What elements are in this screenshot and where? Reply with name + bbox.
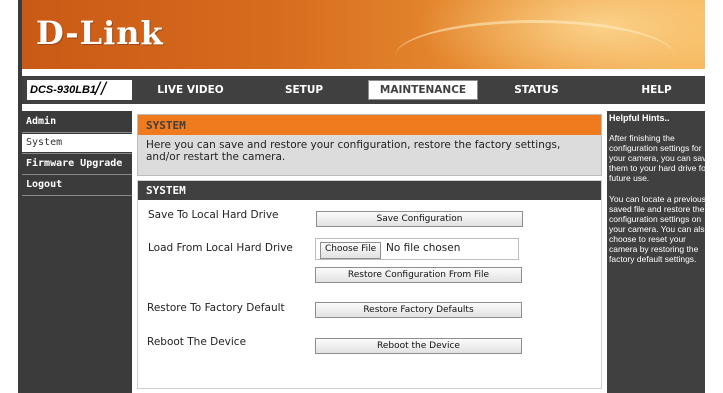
choose-file-button[interactable]: Choose File [320,242,382,259]
helpful-hints-panel: Helpful Hints.. After finishing the conf… [607,111,705,393]
tab-live-video[interactable]: LIVE VIDEO [134,80,247,100]
hint-line: them to your hard drive for [609,163,705,173]
hint-line: future use. [609,173,650,183]
reboot-label: Reboot The Device [147,336,247,348]
main-content: SYSTEM Here you can save and restore you… [137,111,602,393]
load-label: Load From Local Hard Drive [148,242,293,254]
hint-line: choose to reset your [609,234,687,244]
hint-line: factory default settings. [609,254,697,264]
hint-line: After finishing the [609,133,675,143]
model-slashes-icon: / / [95,79,106,99]
hint-line: configuration settings for [609,143,702,153]
save-label: Save To Local Hard Drive [148,209,279,221]
page-margin-right [705,0,723,393]
factory-label: Restore To Factory Default [147,302,285,314]
restore-config-from-file-button[interactable]: Restore Configuration From File [315,267,522,283]
sidebar-item-firmware-upgrade[interactable]: Firmware Upgrade [22,155,132,173]
hint-line: saved file and restore the [609,204,705,214]
form-title: SYSTEM [138,181,601,200]
sidebar-item-admin[interactable]: Admin [22,113,132,131]
dlink-logo: D-Link [36,14,164,52]
hint-line: your camera. You can also [609,224,705,234]
tab-help[interactable]: HELP [608,80,705,100]
save-configuration-button[interactable]: Save Configuration [316,211,523,227]
hint-line: camera by restoring the [609,244,699,254]
hint-line: You can locate a previously [609,194,705,204]
tab-setup[interactable]: SETUP [248,80,360,100]
header-banner: D-Link [22,0,705,69]
intro-section: SYSTEM Here you can save and restore you… [137,114,602,176]
sidebar-divider [22,195,132,196]
file-input[interactable]: Choose File No file chosen [315,238,519,260]
system-form-section: SYSTEM Save To Local Hard Drive Save Con… [137,180,602,389]
hint-line: your camera, you can save [609,153,705,163]
sidebar-divider [22,153,132,154]
model-badge: DCS-930LB1 / / [27,80,132,100]
file-status-text: No file chosen [386,242,461,254]
model-name: DCS-930LB1 [30,84,97,96]
hint-line: configuration settings on [609,214,702,224]
sidebar: Admin System Firmware Upgrade Logout [22,111,132,393]
hints-title: Helpful Hints.. [609,113,670,123]
tab-status[interactable]: STATUS [480,80,593,100]
tab-maintenance[interactable]: MAINTENANCE [368,80,478,100]
intro-title: SYSTEM [138,115,601,135]
reboot-device-button[interactable]: Reboot the Device [315,338,522,354]
sidebar-divider [22,132,132,133]
sidebar-divider [22,174,132,175]
intro-text: Here you can save and restore your confi… [146,139,561,163]
top-navbar: DCS-930LB1 / / LIVE VIDEO SETUP MAINTENA… [22,76,705,104]
restore-factory-defaults-button[interactable]: Restore Factory Defaults [315,302,522,318]
sidebar-item-system[interactable]: System [22,134,132,152]
sidebar-item-logout[interactable]: Logout [22,176,132,194]
